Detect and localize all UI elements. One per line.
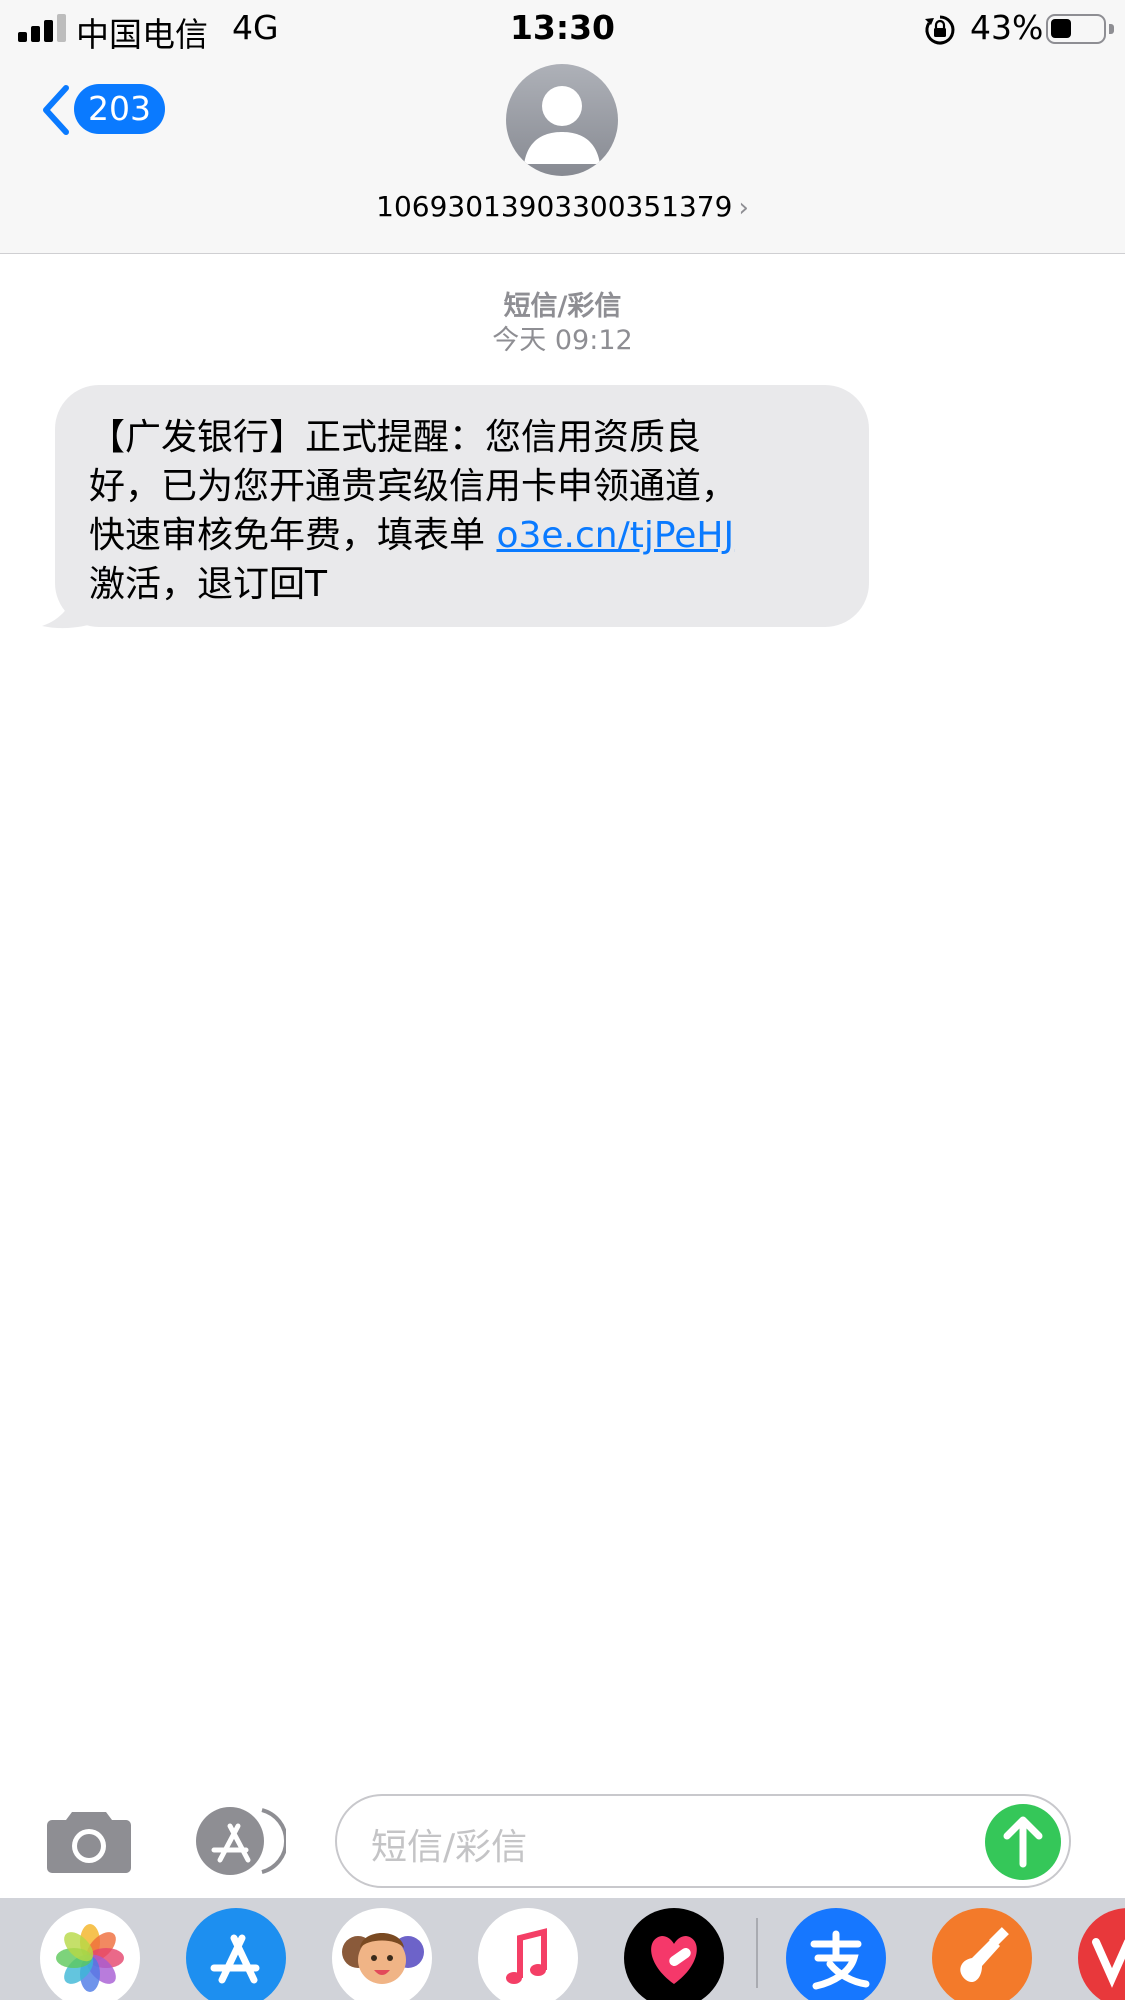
send-button[interactable] (985, 1804, 1061, 1880)
rotation-lock-icon (925, 15, 955, 45)
app-store-icon[interactable] (190, 1806, 286, 1876)
contact-number[interactable]: 10693013903300351379 › (0, 190, 1125, 223)
app-store-icon[interactable] (186, 1908, 286, 2000)
garageband-icon[interactable] (932, 1908, 1032, 2000)
message-line: 好，已为您开通贵宾级信用卡申领通道， (89, 466, 738, 507)
app-drawer (0, 1898, 1125, 2000)
status-bar: 中国电信 4G 13:30 43% (0, 0, 1125, 56)
message-line: 激活，退订回T (89, 564, 327, 605)
contact-avatar[interactable] (506, 64, 618, 176)
back-button[interactable]: 203 (30, 80, 170, 140)
service-label: 短信/彩信 (503, 291, 622, 322)
message-bubble[interactable]: 【广发银行】正式提醒：您信用资质良 好，已为您开通贵宾级信用卡申领通道， 快速审… (55, 385, 869, 627)
unread-count-badge: 203 (74, 84, 165, 134)
message-meta: 短信/彩信 今天 09:12 (0, 290, 1125, 358)
person-icon (524, 86, 600, 164)
conversation-header: 203 10693013903300351379 › (0, 56, 1125, 254)
music-icon[interactable] (478, 1908, 578, 2000)
contact-number-text: 10693013903300351379 (376, 190, 733, 223)
photos-icon[interactable] (40, 1908, 140, 2000)
message-link[interactable]: o3e.cn/tjPeHJ (496, 515, 734, 556)
message-text: 快速审核免年费，填表单 (89, 515, 497, 556)
memoji-icon[interactable] (332, 1908, 432, 2000)
battery-percent: 43% (970, 8, 1044, 47)
chevron-right-icon: › (738, 193, 749, 223)
send-arrow-icon (1003, 1816, 1043, 1868)
red-app-icon[interactable] (1078, 1908, 1125, 2000)
input-placeholder: 短信/彩信 (371, 1827, 528, 1868)
message-line: 快速审核免年费，填表单 o3e.cn/tjPeHJ (89, 511, 835, 560)
message-timestamp: 今天 09:12 (492, 325, 633, 356)
message-line: 【广发银行】正式提醒：您信用资质良 (89, 417, 702, 458)
heart-app-icon[interactable] (624, 1908, 724, 2000)
drawer-separator (756, 1918, 758, 1988)
status-time: 13:30 (509, 8, 616, 47)
battery-icon (1046, 14, 1114, 44)
message-input[interactable]: 短信/彩信 (335, 1794, 1071, 1888)
chevron-left-icon (43, 85, 69, 135)
alipay-icon[interactable] (786, 1908, 886, 2000)
camera-icon[interactable] (46, 1808, 132, 1874)
